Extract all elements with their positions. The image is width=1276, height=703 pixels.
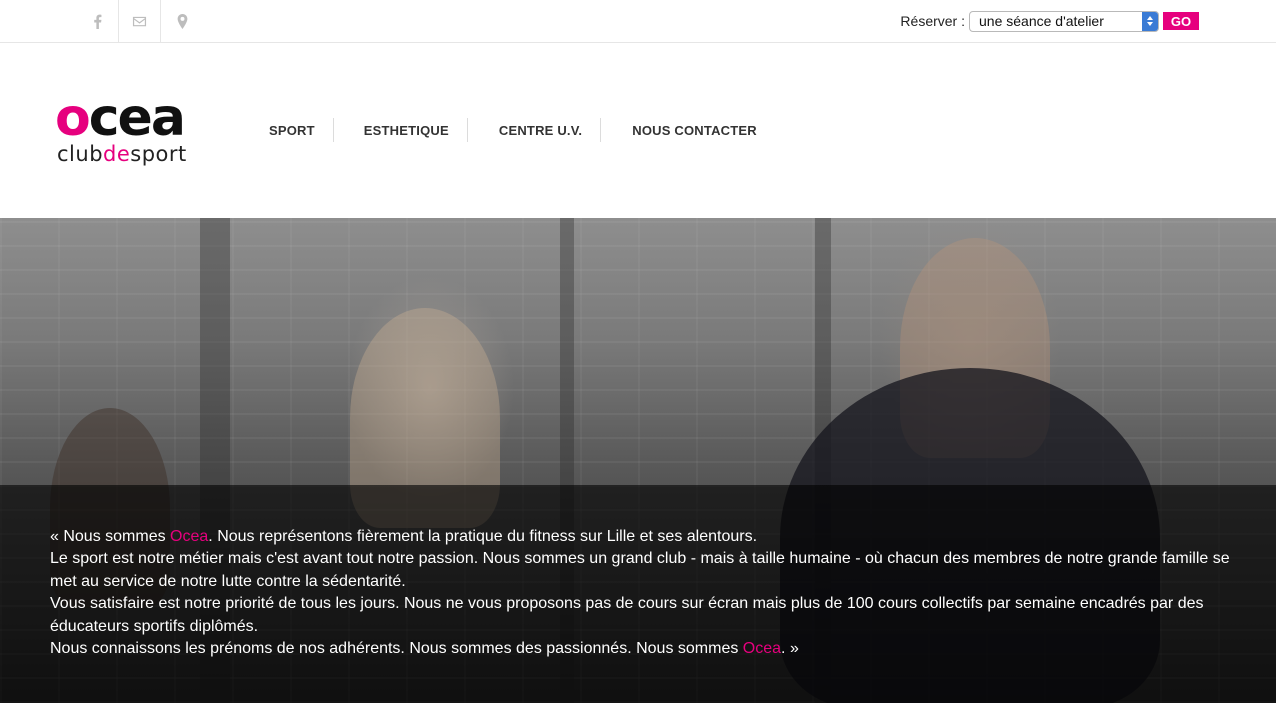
quote-line-3: Vous satisfaire est notre priorité de to… <box>50 595 1204 635</box>
reserve-select[interactable]: une séance d'atelier <box>969 10 1159 32</box>
logo[interactable]: ocea clubdesport <box>55 88 225 168</box>
go-button[interactable]: GO <box>1163 12 1199 30</box>
social-links <box>77 0 203 42</box>
facebook-icon <box>94 14 102 29</box>
brand-mention: Ocea <box>170 528 209 545</box>
nav-item-centre-uv[interactable]: CENTRE U.V. <box>468 118 602 142</box>
select-arrows-icon <box>1142 11 1158 31</box>
nav-item-esthetique[interactable]: ESTHETIQUE <box>334 118 468 142</box>
logo-wordmark: ocea <box>55 88 186 148</box>
quote-line-2: Le sport est notre métier mais c'est ava… <box>50 550 1230 590</box>
nav-item-sport[interactable]: SPORT <box>251 118 334 142</box>
hero-quote: « Nous sommes Ocea. Nous représentons fi… <box>50 526 1250 660</box>
location-link[interactable] <box>161 0 203 42</box>
top-bar: Réserver : une séance d'atelier GO <box>0 0 1276 43</box>
brand-mention: Ocea <box>742 640 782 658</box>
logo-tagline: clubdesport <box>57 142 187 166</box>
reserve-label: Réserver : <box>900 13 965 29</box>
quote-line-4: Nous connaissons les prénoms de nos adhé… <box>50 640 799 658</box>
mail-link[interactable] <box>119 0 161 42</box>
hero-banner: « Nous sommes Ocea. Nous représentons fi… <box>0 218 1276 703</box>
mail-icon <box>132 16 147 26</box>
reservation-form: Réserver : une séance d'atelier GO <box>900 10 1199 32</box>
location-pin-icon <box>177 13 187 29</box>
main-nav: SPORT ESTHETIQUE CENTRE U.V. NOUS CONTAC… <box>251 118 775 142</box>
facebook-link[interactable] <box>77 0 119 42</box>
reserve-select-value: une séance d'atelier <box>979 13 1104 29</box>
quote-line-1: « Nous sommes Ocea. Nous représentons fi… <box>50 528 758 545</box>
nav-item-contact[interactable]: NOUS CONTACTER <box>601 118 775 142</box>
